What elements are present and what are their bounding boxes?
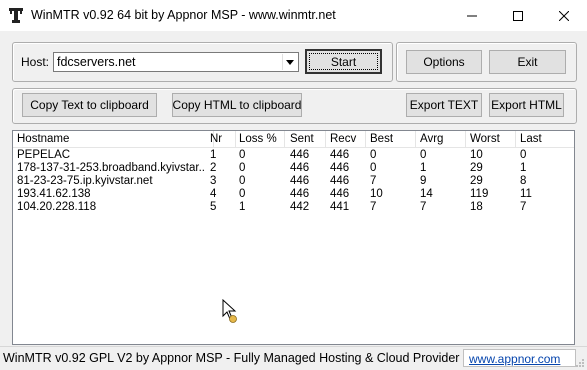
cell-nr: 1 xyxy=(210,149,217,161)
cell-worst: 119 xyxy=(470,188,489,200)
cell-hostname: PEPELAC xyxy=(17,149,71,161)
cell-loss: 0 xyxy=(239,149,246,161)
status-link-panel: www.appnor.com xyxy=(463,349,576,367)
column-header-hostname[interactable]: Hostname xyxy=(13,131,214,147)
table-header: Hostname Nr Loss % Sent Recv Best Avrg W… xyxy=(13,131,574,148)
host-combobox[interactable]: fdcservers.net xyxy=(53,52,299,72)
cell-sent: 446 xyxy=(290,188,310,200)
export-html-button[interactable]: Export HTML xyxy=(489,93,564,117)
cell-worst: 10 xyxy=(470,149,483,161)
copy-text-button[interactable]: Copy Text to clipboard xyxy=(22,93,157,117)
status-bar: WinMTR v0.92 GPL V2 by Appnor MSP - Full… xyxy=(0,346,587,370)
cell-sent: 446 xyxy=(290,149,310,161)
mouse-cursor-icon xyxy=(222,299,237,323)
column-header-nr[interactable]: Nr xyxy=(206,131,236,147)
resize-grip-icon[interactable] xyxy=(575,358,585,368)
cell-hostname: 81-23-23-75.ip.kyivstar.net xyxy=(17,175,153,187)
host-input[interactable]: fdcservers.net xyxy=(57,55,136,69)
table-row[interactable]: 178-137-31-253.broadband.kyivstar.... 2 … xyxy=(13,162,574,175)
appnor-link[interactable]: www.appnor.com xyxy=(469,352,560,366)
cell-hostname: 178-137-31-253.broadband.kyivstar.... xyxy=(17,162,206,174)
cell-recv: 446 xyxy=(330,188,350,200)
cell-sent: 446 xyxy=(290,175,310,187)
cell-loss: 0 xyxy=(239,162,246,174)
chevron-down-icon xyxy=(286,59,294,65)
column-header-sent[interactable]: Sent xyxy=(286,131,326,147)
cell-sent: 446 xyxy=(290,162,310,174)
export-text-button[interactable]: Export TEXT xyxy=(406,93,482,117)
cell-loss: 0 xyxy=(239,175,246,187)
column-header-avrg[interactable]: Avrg xyxy=(416,131,466,147)
window-title: WinMTR v0.92 64 bit by Appnor MSP - www.… xyxy=(31,8,336,22)
cell-last: 0 xyxy=(520,149,527,161)
title-bar[interactable]: WinMTR v0.92 64 bit by Appnor MSP - www.… xyxy=(0,0,587,31)
cell-worst: 18 xyxy=(470,201,483,213)
cell-last: 11 xyxy=(520,188,532,200)
copy-html-button[interactable]: Copy HTML to clipboard xyxy=(172,93,302,117)
minimize-icon xyxy=(467,15,477,16)
cell-recv: 446 xyxy=(330,175,350,187)
cell-best: 0 xyxy=(370,162,377,174)
cell-recv: 441 xyxy=(330,201,350,213)
cell-nr: 4 xyxy=(210,188,217,200)
minimize-button[interactable] xyxy=(449,0,495,31)
cell-best: 7 xyxy=(370,201,377,213)
column-header-recv[interactable]: Recv xyxy=(326,131,366,147)
cell-last: 7 xyxy=(520,201,527,213)
status-text: WinMTR v0.92 GPL V2 by Appnor MSP - Full… xyxy=(3,351,460,365)
cell-worst: 29 xyxy=(470,162,483,174)
maximize-button[interactable] xyxy=(495,0,541,31)
cell-loss: 1 xyxy=(239,201,246,213)
maximize-icon xyxy=(513,10,523,21)
column-header-worst[interactable]: Worst xyxy=(466,131,516,147)
table-row[interactable]: 104.20.228.118 5 1 442 441 7 7 18 7 xyxy=(13,201,574,214)
cell-avrg: 9 xyxy=(420,175,427,187)
cell-recv: 446 xyxy=(330,162,350,174)
results-table[interactable]: Hostname Nr Loss % Sent Recv Best Avrg W… xyxy=(12,130,575,345)
column-header-loss[interactable]: Loss % xyxy=(235,131,285,147)
options-button[interactable]: Options xyxy=(406,50,482,74)
table-row[interactable]: 193.41.62.138 4 0 446 446 10 14 119 11 xyxy=(13,188,574,201)
cell-avrg: 0 xyxy=(420,149,427,161)
cell-avrg: 14 xyxy=(420,188,433,200)
cell-avrg: 1 xyxy=(420,162,427,174)
exit-button[interactable]: Exit xyxy=(489,50,566,74)
host-label: Host: xyxy=(21,55,50,69)
cell-worst: 29 xyxy=(470,175,483,187)
cell-last: 1 xyxy=(520,162,527,174)
cell-avrg: 7 xyxy=(420,201,427,213)
table-row[interactable]: 81-23-23-75.ip.kyivstar.net 3 0 446 446 … xyxy=(13,175,574,188)
cell-loss: 0 xyxy=(239,188,246,200)
cell-nr: 3 xyxy=(210,175,217,187)
host-dropdown-button[interactable] xyxy=(282,54,297,70)
cell-best: 0 xyxy=(370,149,377,161)
start-button[interactable]: Start xyxy=(305,49,382,74)
column-header-last[interactable]: Last xyxy=(516,131,574,147)
cell-sent: 442 xyxy=(290,201,310,213)
cell-hostname: 193.41.62.138 xyxy=(17,188,91,200)
column-header-best[interactable]: Best xyxy=(366,131,416,147)
cell-hostname: 104.20.228.118 xyxy=(17,201,97,213)
close-button[interactable] xyxy=(541,0,587,31)
table-row[interactable]: PEPELAC 1 0 446 446 0 0 10 0 xyxy=(13,149,574,162)
winmtr-app-icon xyxy=(9,8,23,23)
cell-recv: 446 xyxy=(330,149,350,161)
cell-best: 10 xyxy=(370,188,383,200)
cell-last: 8 xyxy=(520,175,527,187)
cell-best: 7 xyxy=(370,175,377,187)
cell-nr: 2 xyxy=(210,162,217,174)
close-icon xyxy=(559,10,569,21)
cell-nr: 5 xyxy=(210,201,217,213)
